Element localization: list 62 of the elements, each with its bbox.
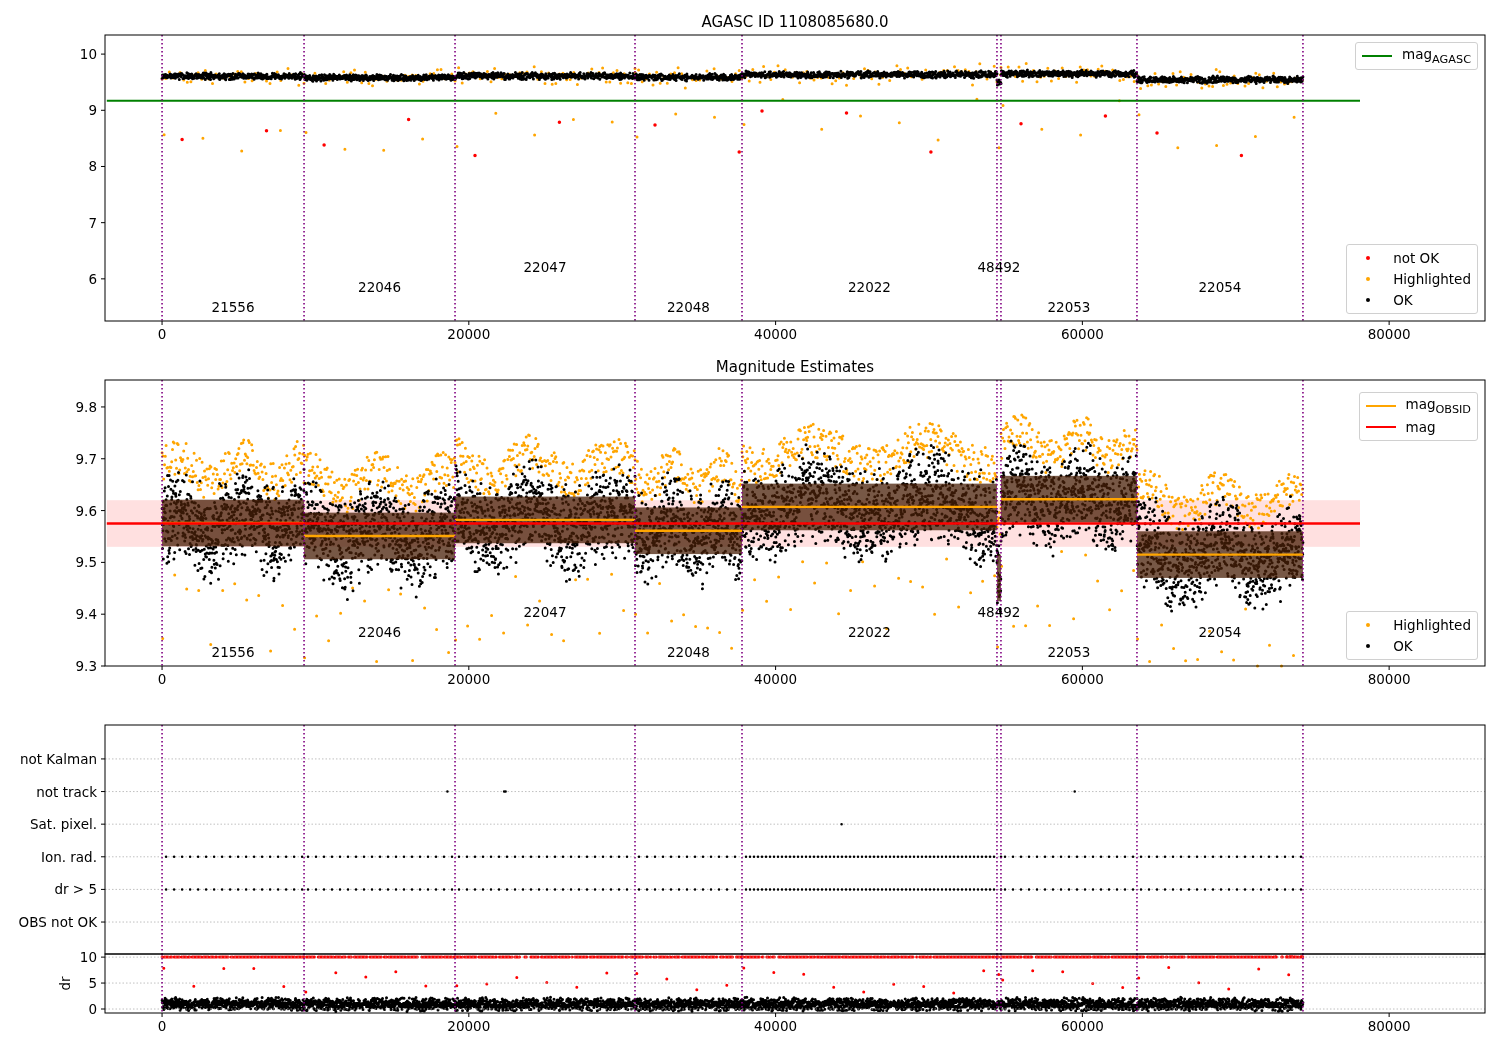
obsid-label: 22046 xyxy=(358,624,401,640)
y-tick-label: 10 xyxy=(79,46,97,63)
y-tick-label: not track xyxy=(36,783,97,800)
obsid-label: 22048 xyxy=(667,299,710,315)
obsid-label: 21556 xyxy=(211,299,255,315)
y-tick-label: 9.8 xyxy=(75,398,97,415)
obsid-label: 22053 xyxy=(1047,299,1091,315)
obsid-label: 22053 xyxy=(1047,644,1091,660)
x-tick-label: 40000 xyxy=(754,1018,798,1034)
x-tick-label: 60000 xyxy=(1060,326,1104,342)
legend-label: mag$_{OBSID}$ xyxy=(1405,396,1471,416)
obsid-label: 48492 xyxy=(977,604,1021,620)
x-tick-label: 80000 xyxy=(1367,326,1411,342)
y-tick-label: 9.3 xyxy=(75,658,97,674)
y-tick-label: 9 xyxy=(88,102,97,119)
y-tick-label: 9.7 xyxy=(75,450,97,467)
obsid-label: 22047 xyxy=(523,259,567,275)
y-tick-label: 7 xyxy=(88,214,97,231)
obsid-label: 22046 xyxy=(358,279,401,295)
y-tick-label: 9.6 xyxy=(75,502,97,519)
y-tick-label: 6 xyxy=(88,270,97,287)
chart-title: AGASC ID 1108085680.0 xyxy=(701,13,889,31)
x-tick-label: 20000 xyxy=(447,1018,491,1034)
x-tick-label: 0 xyxy=(157,671,167,687)
x-tick-label: 0 xyxy=(157,1018,167,1034)
obsid-label: 21556 xyxy=(211,644,255,660)
y-tick-label: dr > 5 xyxy=(54,881,97,898)
y-tick-label: 8 xyxy=(88,158,97,175)
y-tick-label: 9.5 xyxy=(75,554,97,571)
x-tick-label: 60000 xyxy=(1060,1018,1104,1034)
obsid-label: 22054 xyxy=(1198,279,1242,295)
x-tick-label: 80000 xyxy=(1367,1018,1411,1034)
x-tick-label: 80000 xyxy=(1367,671,1411,687)
chart-title: Magnitude Estimates xyxy=(715,358,875,376)
legend-label: mag xyxy=(1405,419,1436,435)
legend-label: OK xyxy=(1393,638,1413,654)
x-tick-label: 20000 xyxy=(447,326,491,342)
y-tick-label: OBS not OK xyxy=(18,914,97,931)
x-tick-label: 0 xyxy=(157,326,167,342)
y-tick-label: not Kalman xyxy=(19,750,97,767)
y-tick-label: 9.4 xyxy=(75,606,97,623)
y-axis-label: dr xyxy=(57,976,73,991)
obsid-label: 48492 xyxy=(977,259,1021,275)
obsid-label: 22048 xyxy=(667,644,710,660)
x-tick-label: 20000 xyxy=(447,671,491,687)
x-tick-label: 40000 xyxy=(754,326,798,342)
y-tick-label: 0 xyxy=(88,1001,97,1017)
x-tick-label: 40000 xyxy=(754,671,798,687)
obsid-label: 22054 xyxy=(1198,624,1242,640)
y-tick-label: Ion. rad. xyxy=(40,848,97,865)
legend-label: not OK xyxy=(1393,250,1440,266)
legend-label: Highlighted xyxy=(1393,617,1471,633)
legend-label: OK xyxy=(1393,292,1413,308)
y-tick-label: 10 xyxy=(79,949,97,966)
obsid-label: 22047 xyxy=(523,604,567,620)
obsid-label: 22022 xyxy=(848,279,891,295)
x-tick-label: 60000 xyxy=(1060,671,1104,687)
obsid-label: 22022 xyxy=(848,624,891,640)
y-tick-label: Sat. pixel. xyxy=(30,816,97,833)
legend-label: Highlighted xyxy=(1393,271,1471,287)
y-tick-label: 5 xyxy=(88,975,97,992)
legend-label: mag$_{AGASC}$ xyxy=(1402,46,1471,66)
